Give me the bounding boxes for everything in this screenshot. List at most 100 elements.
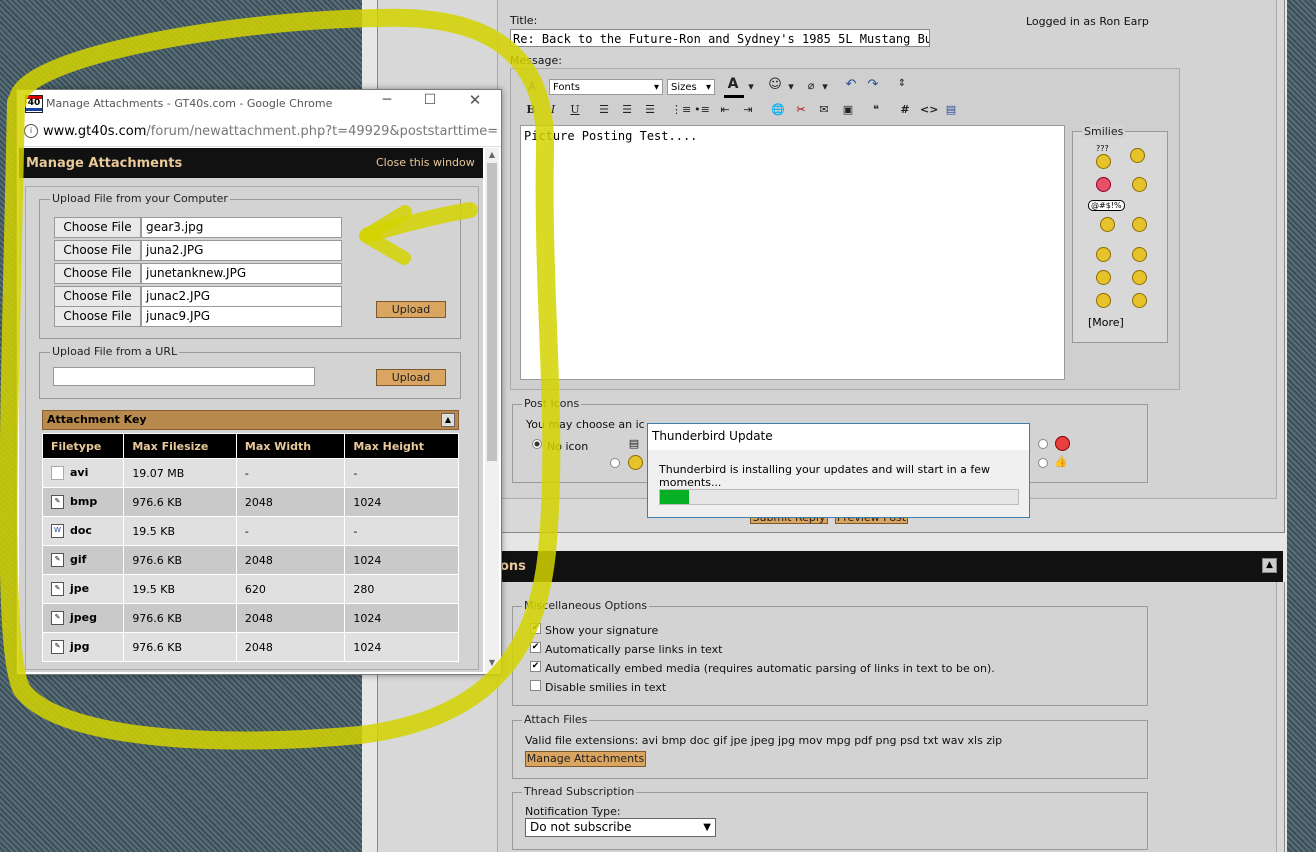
table-row: ✎ jpe 19.5 KB 620 280: [41, 574, 459, 604]
chevron-down-icon[interactable]: ▾: [786, 80, 796, 94]
undo-icon[interactable]: ↶: [843, 78, 859, 92]
smiley-thinking-icon[interactable]: [1130, 148, 1145, 163]
align-right-icon[interactable]: ☰: [642, 103, 658, 117]
broken-image-icon: [51, 466, 64, 480]
smiley-happy-icon[interactable]: [1096, 293, 1111, 308]
info-icon[interactable]: i: [24, 124, 38, 138]
gt40-favicon-icon: 40: [25, 95, 43, 113]
bold-icon[interactable]: B: [524, 103, 538, 117]
table-row: ✎ jpeg 976.6 KB 2048 1024: [41, 603, 459, 633]
remove-format-icon[interactable]: A̸: [524, 80, 540, 94]
close-icon[interactable]: ✕: [465, 91, 485, 111]
chevron-down-icon: ▼: [703, 822, 711, 833]
chevron-down-icon[interactable]: ▾: [746, 80, 756, 94]
unordered-list-icon[interactable]: •≡: [694, 103, 710, 117]
smiley-menu-icon[interactable]: ☺: [766, 78, 784, 92]
height-cell: 1024: [344, 632, 459, 662]
smiley-dizzy-icon[interactable]: [1132, 247, 1147, 262]
attach-files-legend: Attach Files: [522, 713, 590, 726]
post-icon-radio[interactable]: [610, 458, 620, 468]
filesize-cell: 19.5 KB: [123, 516, 237, 546]
chevron-down-icon[interactable]: ▾: [820, 80, 830, 94]
height-cell: 1024: [344, 545, 459, 575]
html-icon[interactable]: <>: [920, 103, 938, 117]
fonts-select-label: Fonts: [553, 82, 580, 93]
upload-url-input[interactable]: [53, 367, 315, 386]
post-icon-smile-icon[interactable]: [628, 455, 643, 470]
notification-type-select[interactable]: Do not subscribe ▼: [525, 818, 716, 837]
manage-attachments-button[interactable]: Manage Attachments: [525, 751, 646, 767]
width-cell: 620: [235, 574, 346, 604]
outdent-icon[interactable]: ⇤: [717, 103, 733, 117]
minimize-icon[interactable]: ─: [377, 92, 397, 112]
align-center-icon[interactable]: ☰: [619, 103, 635, 117]
link-icon[interactable]: 🌐: [770, 103, 786, 117]
show-signature-checkbox[interactable]: ✔: [530, 623, 541, 634]
height-cell: -: [344, 458, 459, 488]
choose-file-button-2[interactable]: Choose File: [54, 240, 141, 261]
image-file-icon: ✎: [51, 553, 64, 567]
smiley-cool-icon[interactable]: [1096, 247, 1111, 262]
quote-icon[interactable]: ❝: [868, 103, 884, 117]
font-color-icon[interactable]: A: [722, 77, 744, 95]
message-textarea[interactable]: Picture Posting Test....: [520, 125, 1065, 380]
post-icon-page-icon[interactable]: ▤: [628, 437, 640, 451]
post-icon-radio[interactable]: [1038, 458, 1048, 468]
choose-file-button-5[interactable]: Choose File: [54, 306, 141, 327]
choose-file-button-1[interactable]: Choose File: [54, 217, 141, 238]
collapse-icon[interactable]: ▲: [441, 413, 455, 427]
post-icon-radio[interactable]: [1038, 439, 1048, 449]
embed-media-checkbox[interactable]: ✔: [530, 661, 541, 672]
underline-icon[interactable]: U: [568, 103, 582, 117]
resize-editor-icon[interactable]: ⇕: [895, 77, 909, 91]
redo-icon[interactable]: ↷: [865, 78, 881, 92]
post-icon-angry-icon[interactable]: [1055, 436, 1070, 451]
no-icon-label: No icon: [547, 440, 589, 453]
choose-file-button-4[interactable]: Choose File: [54, 286, 141, 307]
choose-file-button-3[interactable]: Choose File: [54, 263, 141, 284]
parse-links-checkbox[interactable]: ✔: [530, 642, 541, 653]
file-name-4: junac2.JPG: [141, 286, 342, 307]
fonts-select[interactable]: Fonts ▾: [549, 79, 663, 95]
heart-icon[interactable]: [1096, 177, 1111, 192]
upload-url-button[interactable]: Upload: [376, 369, 446, 386]
sizes-select[interactable]: Sizes ▾: [667, 79, 715, 95]
filetype-cell: ✎ jpg: [41, 632, 125, 662]
smiley-sad-icon[interactable]: [1096, 270, 1111, 285]
smiley-wink-icon[interactable]: [1132, 293, 1147, 308]
smiley-eyes-icon[interactable]: [1132, 177, 1147, 192]
attachment-icon[interactable]: ⌀: [804, 79, 818, 93]
sizes-select-label: Sizes: [671, 82, 697, 93]
smiley-cursing-icon[interactable]: [1100, 217, 1115, 232]
upload-button[interactable]: Upload: [376, 301, 446, 318]
smilies-legend: Smilies: [1082, 125, 1126, 138]
post-icon-thumbsup-icon[interactable]: 👍: [1053, 455, 1069, 469]
italic-icon[interactable]: I: [546, 103, 560, 117]
disable-smilies-checkbox[interactable]: [530, 680, 541, 691]
unlink-icon[interactable]: ✂: [793, 103, 809, 117]
scroll-down-icon[interactable]: ▼: [487, 658, 497, 668]
collapse-icon[interactable]: ▲: [1262, 558, 1277, 573]
scroll-up-icon[interactable]: ▲: [487, 150, 497, 160]
close-window-link[interactable]: Close this window: [376, 156, 475, 169]
smilies-more-link[interactable]: [More]: [1088, 316, 1124, 329]
no-icon-radio[interactable]: [532, 439, 542, 449]
maximize-icon[interactable]: ☐: [420, 92, 440, 112]
title-input[interactable]: Re: Back to the Future-Ron and Sydney's …: [510, 29, 930, 47]
column-header-max-width: Max Width: [235, 433, 346, 459]
php-icon[interactable]: ▤: [943, 103, 959, 117]
scrollbar-thumb[interactable]: [487, 163, 497, 461]
smiley-shocked-icon[interactable]: [1132, 217, 1147, 232]
post-icons-text: You may choose an ic: [526, 418, 645, 431]
code-icon[interactable]: #: [898, 103, 912, 117]
smiley-confused-icon[interactable]: [1096, 154, 1111, 169]
ordered-list-icon[interactable]: ⋮≡: [671, 103, 691, 117]
image-icon[interactable]: ▣: [840, 103, 856, 117]
email-icon[interactable]: ✉: [816, 103, 832, 117]
logged-in-text: Logged in as Ron Earp: [1026, 15, 1149, 28]
smiley-surprised-icon[interactable]: [1132, 270, 1147, 285]
indent-icon[interactable]: ⇥: [740, 103, 756, 117]
chevron-down-icon: ▾: [705, 82, 711, 93]
table-row: ✎ gif 976.6 KB 2048 1024: [41, 545, 459, 575]
align-left-icon[interactable]: ☰: [596, 103, 612, 117]
